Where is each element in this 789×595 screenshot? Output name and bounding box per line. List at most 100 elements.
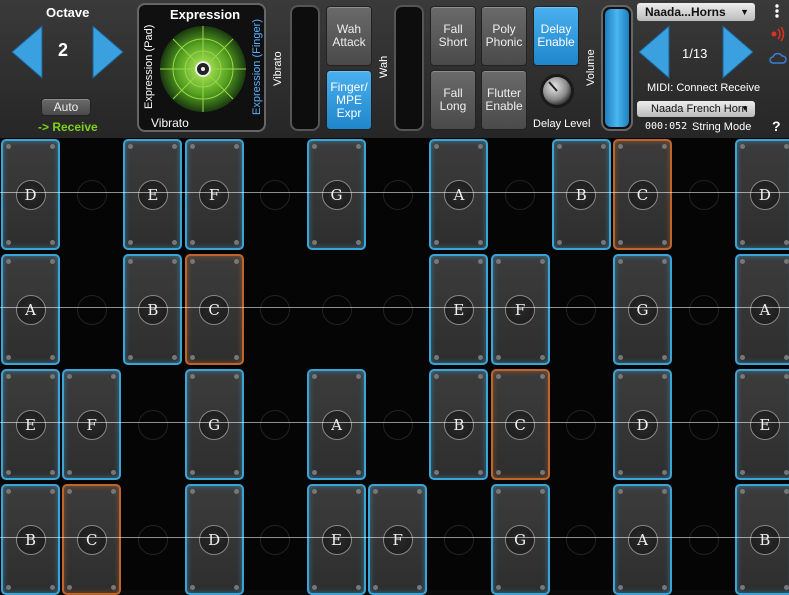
rivet	[495, 374, 501, 379]
note-pad[interactable]: E	[1, 369, 60, 480]
expression-pad[interactable]: Expression Expression (Pad) Expression (…	[137, 3, 266, 132]
audiobus-icon[interactable]	[770, 26, 786, 46]
empty-pad[interactable]	[429, 484, 488, 595]
note-pad[interactable]: E	[307, 484, 366, 595]
note-pad-face: A	[613, 484, 672, 595]
note-pad[interactable]: F	[184, 139, 244, 250]
empty-pad[interactable]	[246, 484, 305, 595]
delay-enable-button[interactable]: Delay Enable	[533, 6, 579, 66]
fall-long-button[interactable]: Fall Long	[430, 70, 476, 130]
rivet	[233, 259, 239, 264]
empty-pad[interactable]	[246, 369, 305, 480]
rivet	[6, 374, 11, 379]
preset-prev-button[interactable]	[637, 24, 671, 80]
note-pad[interactable]: E	[735, 369, 789, 480]
empty-pad[interactable]	[674, 139, 733, 250]
note-label: D	[24, 185, 37, 204]
instrument-dropdown[interactable]: Naada French Horn ▼	[637, 101, 755, 117]
empty-pad[interactable]	[62, 139, 121, 250]
preset-dropdown[interactable]: Naada...Horns ▼	[637, 3, 755, 21]
note-pad-face: D	[735, 139, 789, 250]
empty-pad[interactable]	[246, 254, 305, 365]
note-pad[interactable]: C	[184, 254, 244, 365]
rivet	[50, 240, 55, 245]
string-line	[0, 306, 789, 308]
note-pad-face: A	[307, 369, 366, 480]
note-pad[interactable]: G	[613, 254, 672, 365]
empty-pad[interactable]	[62, 254, 121, 365]
octave-up-button[interactable]	[91, 24, 125, 80]
preset-next-button[interactable]	[721, 24, 755, 80]
help-button[interactable]: ?	[772, 118, 781, 134]
note-pad-face: G	[307, 139, 366, 250]
empty-pad-circle	[688, 409, 719, 440]
note-pad[interactable]: D	[184, 484, 244, 595]
expression-vibrato-label: Vibrato	[151, 116, 189, 130]
empty-pad[interactable]	[674, 484, 733, 595]
empty-pad[interactable]	[674, 369, 733, 480]
midi-status: MIDI: Connect Receive	[647, 82, 761, 94]
empty-pad[interactable]	[123, 484, 182, 595]
empty-pad[interactable]	[368, 369, 427, 480]
wah-attack-button[interactable]: Wah Attack	[326, 6, 372, 66]
rivet	[172, 240, 178, 245]
rivet	[539, 259, 545, 264]
poly-phonic-button[interactable]: Poly Phonic	[481, 6, 527, 66]
note-pad[interactable]: C	[613, 139, 672, 250]
note-pad[interactable]: A	[735, 254, 789, 365]
note-pad[interactable]: D	[1, 139, 60, 250]
note-pad[interactable]: B	[123, 254, 183, 365]
more-menu-icon[interactable]	[773, 3, 781, 19]
empty-pad[interactable]	[368, 254, 427, 365]
note-pad[interactable]: A	[307, 369, 366, 480]
cloud-icon[interactable]	[769, 51, 787, 69]
vibrato-slider[interactable]	[290, 5, 320, 131]
empty-pad[interactable]	[674, 254, 733, 365]
vibrato-label: Vibrato	[272, 51, 284, 86]
note-pad[interactable]: A	[613, 484, 672, 595]
note-pad[interactable]: F	[62, 369, 122, 480]
empty-pad[interactable]	[123, 369, 182, 480]
empty-pad[interactable]	[246, 139, 305, 250]
note-label: A	[453, 185, 465, 204]
note-pad[interactable]: A	[429, 139, 489, 250]
rivet	[434, 240, 440, 245]
note-pad[interactable]: E	[429, 254, 489, 365]
note-pad[interactable]: C	[62, 484, 122, 595]
rivet	[128, 144, 134, 149]
fall-short-button[interactable]: Fall Short	[430, 6, 476, 66]
volume-slider[interactable]	[601, 5, 633, 131]
note-pad[interactable]: G	[307, 139, 366, 250]
note-label: E	[147, 185, 159, 204]
note-pad[interactable]: B	[735, 484, 789, 595]
octave-down-button[interactable]	[10, 24, 44, 80]
delay-level-knob[interactable]	[539, 73, 575, 114]
rivet	[539, 355, 545, 360]
empty-pad[interactable]	[368, 139, 427, 250]
root-note-pad: C	[490, 369, 550, 480]
wah-slider[interactable]	[394, 5, 424, 131]
empty-pad-circle	[76, 294, 107, 325]
auto-button[interactable]: Auto	[41, 98, 91, 116]
note-pad[interactable]: B	[429, 369, 489, 480]
empty-pad[interactable]	[552, 484, 611, 595]
empty-pad[interactable]	[552, 369, 611, 480]
note-pad[interactable]: C	[490, 369, 550, 480]
note-pad[interactable]: E	[123, 139, 183, 250]
note-pad[interactable]: B	[551, 139, 611, 250]
empty-pad[interactable]	[552, 254, 611, 365]
note-pad[interactable]: B	[1, 484, 60, 595]
note-pad[interactable]: G	[490, 484, 550, 595]
rivet	[784, 355, 789, 360]
note-pad[interactable]: A	[1, 254, 60, 365]
note-pad[interactable]: F	[490, 254, 550, 365]
empty-pad[interactable]	[307, 254, 366, 365]
empty-pad[interactable]	[491, 139, 550, 250]
note-pad[interactable]: D	[613, 369, 672, 480]
note-pad[interactable]: F	[368, 484, 428, 595]
flutter-enable-button[interactable]: Flutter Enable	[481, 70, 527, 130]
finger-mpe-expr-button[interactable]: Finger/ MPE Expr	[326, 70, 372, 130]
note-pad[interactable]: D	[735, 139, 789, 250]
note-pad[interactable]: G	[184, 369, 244, 480]
rivet	[6, 470, 11, 475]
